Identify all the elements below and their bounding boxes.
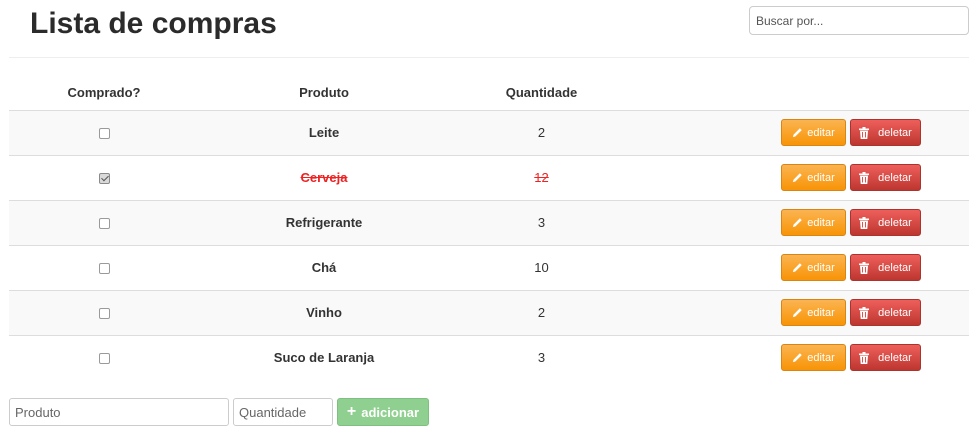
edit-button-label: editar: [807, 261, 835, 274]
product-cell: Suco de Laranja: [199, 334, 449, 380]
product-quantity: 2: [537, 125, 546, 140]
table-row: Suco de Laranja 3 editar deletar: [9, 334, 969, 380]
pencil-icon: [792, 262, 807, 273]
edit-button-label: editar: [807, 126, 835, 139]
add-button[interactable]: + adicionar: [337, 398, 429, 426]
product-name: Chá: [311, 260, 337, 275]
edit-button[interactable]: editar: [781, 299, 846, 326]
bought-cell: [9, 289, 199, 335]
pencil-icon: [792, 127, 807, 138]
edit-button[interactable]: editar: [781, 119, 846, 146]
add-button-label: adicionar: [361, 404, 420, 420]
table-row: Cerveja 12 editar deletar: [9, 154, 969, 200]
bought-cell: [9, 154, 199, 200]
product-quantity: 3: [537, 350, 546, 366]
edit-button[interactable]: editar: [781, 254, 846, 281]
delete-button-label: deletar: [878, 216, 912, 229]
header-bought: Comprado?: [9, 76, 199, 111]
delete-button-label: deletar: [878, 261, 912, 274]
header-product: Produto: [199, 76, 449, 111]
delete-button[interactable]: deletar: [850, 344, 921, 372]
actions-cell: editar deletar: [634, 154, 969, 200]
product-name: Refrigerante: [285, 215, 363, 230]
delete-button[interactable]: deletar: [850, 164, 921, 191]
trash-icon: [859, 261, 873, 274]
trash-icon: [859, 306, 873, 319]
pencil-icon: [792, 307, 807, 318]
bought-checkbox[interactable]: [98, 128, 110, 140]
new-product-input[interactable]: [9, 398, 229, 426]
bought-cell: [9, 109, 199, 155]
edit-button-label: editar: [807, 351, 835, 364]
product-cell: Refrigerante: [199, 199, 449, 245]
edit-button-label: editar: [807, 171, 835, 184]
product-quantity: 12: [534, 170, 549, 185]
quantity-cell: 3: [449, 199, 634, 245]
trash-icon: [859, 126, 873, 139]
header-actions: [634, 76, 969, 111]
quantity-cell: 3: [449, 334, 634, 380]
shopping-table: Comprado? Produto Quantidade Leite 2 edita…: [9, 76, 969, 380]
actions-cell: editar deletar: [634, 199, 969, 245]
delete-button-label: deletar: [878, 171, 912, 184]
quantity-cell: 12: [449, 154, 634, 200]
product-quantity: 3: [537, 215, 546, 230]
trash-icon: [859, 171, 873, 184]
quantity-cell: 10: [449, 244, 634, 290]
table-row: Chá 10 editar deletar: [9, 244, 969, 290]
delete-button-label: deletar: [878, 126, 912, 139]
edit-button[interactable]: editar: [781, 164, 846, 191]
table-row: Refrigerante 3 editar deletar: [9, 199, 969, 245]
table-header-row: Comprado? Produto Quantidade: [9, 76, 969, 111]
edit-button[interactable]: editar: [781, 209, 846, 236]
delete-button-label: deletar: [878, 351, 912, 364]
quantity-cell: 2: [449, 289, 634, 335]
product-quantity: 10: [534, 260, 549, 275]
header-quantity: Quantidade: [449, 76, 634, 111]
bought-checkbox[interactable]: [98, 353, 110, 365]
product-cell: Leite: [199, 109, 449, 155]
new-quantity-input[interactable]: [233, 398, 333, 426]
delete-button[interactable]: deletar: [850, 119, 921, 146]
page-title: Lista de compras: [30, 7, 277, 40]
table-row: Leite 2 editar deletar: [9, 109, 969, 155]
product-name: Leite: [308, 125, 340, 140]
product-name: Vinho: [306, 305, 342, 320]
product-cell: Vinho: [199, 289, 449, 335]
quantity-cell: 2: [449, 109, 634, 155]
edit-button-label: editar: [807, 216, 835, 229]
trash-icon: [859, 351, 873, 364]
plus-icon: +: [346, 403, 357, 420]
pencil-icon: [792, 172, 807, 183]
trash-icon: [859, 216, 873, 229]
product-cell: Cerveja: [199, 154, 449, 200]
product-quantity: 2: [537, 305, 546, 320]
bought-cell: [9, 199, 199, 245]
product-name: Suco de Laranja: [273, 350, 375, 366]
actions-cell: editar deletar: [634, 109, 969, 155]
product-cell: Chá: [199, 244, 449, 290]
product-name: Cerveja: [300, 170, 348, 185]
edit-button[interactable]: editar: [781, 344, 846, 372]
bought-checkbox[interactable]: [98, 173, 110, 185]
delete-button-label: deletar: [878, 306, 912, 319]
delete-button[interactable]: deletar: [850, 209, 921, 236]
actions-cell: editar deletar: [634, 334, 969, 380]
search-input[interactable]: [749, 6, 969, 35]
delete-button[interactable]: deletar: [850, 254, 921, 281]
delete-button[interactable]: deletar: [850, 299, 921, 326]
actions-cell: editar deletar: [634, 289, 969, 335]
actions-cell: editar deletar: [634, 244, 969, 290]
pencil-icon: [792, 352, 807, 363]
table-row: Vinho 2 editar deletar: [9, 289, 969, 335]
header-divider: [9, 57, 969, 58]
bought-checkbox[interactable]: [98, 308, 110, 320]
edit-button-label: editar: [807, 306, 835, 319]
bought-cell: [9, 244, 199, 290]
bought-cell: [9, 334, 199, 380]
bought-checkbox[interactable]: [98, 263, 110, 275]
bought-checkbox[interactable]: [98, 218, 110, 230]
pencil-icon: [792, 217, 807, 228]
